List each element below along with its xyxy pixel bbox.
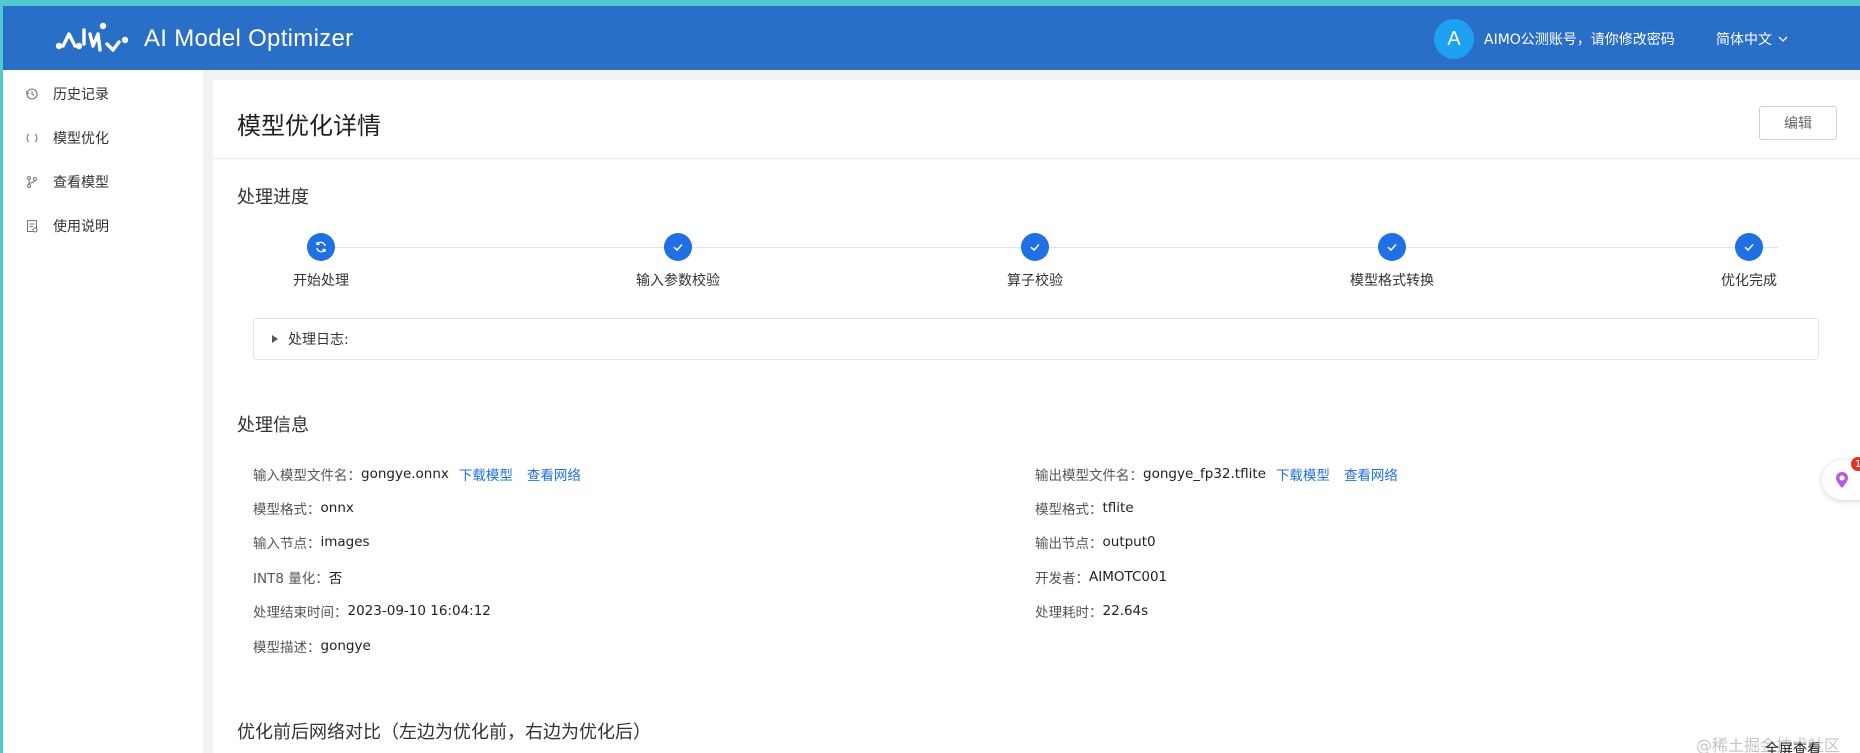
info-value: gongye	[320, 638, 371, 654]
step-start: 开始处理	[241, 233, 401, 290]
chevron-down-icon	[1778, 36, 1788, 42]
step-done: 优化完成	[1669, 233, 1829, 290]
detail-card: 模型优化详情 编辑 处理进度 开始处理 输入参数校验 算子校验 模型格式转换 优…	[213, 80, 1860, 753]
step-label: 模型格式转换	[1350, 273, 1434, 289]
fullscreen-button[interactable]: 全屏查看	[1765, 739, 1821, 753]
info-value: 2023-09-10 16:04:12	[347, 603, 491, 619]
info-label: 输出节点：	[1035, 536, 1103, 552]
avatar[interactable]: A	[1434, 19, 1474, 59]
sidebar-item-label: 使用说明	[53, 219, 109, 235]
compare-section-title: 优化前后网络对比（左边为优化前，右边为优化后）	[237, 722, 651, 743]
optimize-icon	[25, 131, 39, 145]
processing-log-toggle[interactable]: 处理日志:	[253, 318, 1819, 360]
info-value: AIMOTC001	[1089, 569, 1168, 585]
step-label: 输入参数校验	[636, 273, 720, 289]
info-label: 模型描述：	[253, 640, 321, 656]
developer-row: 开发者： AIMOTC001	[1035, 567, 1167, 587]
check-icon	[1021, 233, 1049, 261]
info-label: 处理结束时间：	[253, 605, 348, 621]
sidebar-item-history[interactable]: 历史记录	[3, 72, 203, 116]
notification-badge: 1	[1851, 457, 1860, 471]
info-value: gongye_fp32.tflite	[1143, 466, 1266, 482]
info-label: 处理耗时：	[1035, 605, 1103, 621]
output-filename-row: 输出模型文件名： gongye_fp32.tflite 下载模型 查看网络	[1035, 464, 1398, 484]
input-node-row: 输入节点： images	[253, 532, 370, 552]
info-label: 输入节点：	[253, 536, 321, 552]
info-value: output0	[1102, 534, 1156, 550]
step-input-check: 输入参数校验	[598, 233, 758, 290]
download-input-model-link[interactable]: 下载模型	[459, 464, 513, 484]
info-label: 模型格式：	[1035, 502, 1103, 518]
check-icon	[1378, 233, 1406, 261]
description-row: 模型描述： gongye	[253, 636, 371, 656]
step-convert: 模型格式转换	[1312, 233, 1472, 290]
step-label: 开始处理	[293, 273, 349, 289]
info-value: onnx	[320, 500, 354, 516]
info-value: 22.64s	[1102, 603, 1149, 619]
check-icon	[1735, 233, 1763, 261]
divider	[213, 158, 1860, 159]
info-label: 输出模型文件名：	[1035, 468, 1143, 484]
branch-icon	[25, 175, 39, 189]
step-label: 优化完成	[1721, 273, 1777, 289]
input-filename-row: 输入模型文件名： gongye.onnx 下载模型 查看网络	[253, 464, 581, 484]
refresh-icon	[307, 233, 335, 261]
top-header: AI Model Optimizer A AIMO公测账号，请你修改密码 简体中…	[3, 6, 1860, 70]
app-title: AI Model Optimizer	[144, 25, 354, 52]
sidebar-item-label: 模型优化	[53, 131, 109, 147]
sidebar-item-label: 查看模型	[53, 175, 109, 191]
duration-row: 处理耗时： 22.64s	[1035, 601, 1148, 621]
sidebar-item-label: 历史记录	[53, 87, 109, 103]
info-label: 输入模型文件名：	[253, 468, 361, 484]
caret-right-icon	[272, 335, 278, 343]
page-title: 模型优化详情	[237, 112, 381, 140]
info-label: 模型格式：	[253, 502, 321, 518]
progress-section-title: 处理进度	[237, 187, 309, 208]
info-value: images	[320, 534, 370, 550]
check-icon	[664, 233, 692, 261]
step-op-check: 算子校验	[955, 233, 1115, 290]
app-logo	[55, 22, 129, 52]
edit-button[interactable]: 编辑	[1759, 106, 1837, 140]
account-name[interactable]: AIMO公测账号，请你修改密码	[1484, 29, 1675, 49]
info-value: tflite	[1102, 500, 1134, 516]
pin-icon	[1836, 472, 1848, 488]
history-icon	[25, 87, 39, 101]
end-time-row: 处理结束时间： 2023-09-10 16:04:12	[253, 601, 491, 621]
info-label: 开发者：	[1035, 571, 1089, 587]
app-frame: AI Model Optimizer A AIMO公测账号，请你修改密码 简体中…	[3, 6, 1860, 753]
download-output-model-link[interactable]: 下载模型	[1276, 464, 1330, 484]
info-value: 否	[328, 571, 343, 587]
language-selector[interactable]: 简体中文	[1716, 29, 1788, 49]
output-format-row: 模型格式： tflite	[1035, 498, 1134, 518]
sidebar-item-optimize[interactable]: 模型优化	[3, 116, 203, 160]
log-label: 处理日志:	[288, 332, 349, 348]
step-label: 算子校验	[1007, 273, 1063, 289]
info-label: INT8 量化：	[253, 571, 329, 587]
language-label: 简体中文	[1716, 32, 1772, 48]
progress-steps: 开始处理 输入参数校验 算子校验 模型格式转换 优化完成	[213, 233, 1860, 303]
input-format-row: 模型格式： onnx	[253, 498, 354, 518]
view-output-network-link[interactable]: 查看网络	[1344, 464, 1398, 484]
info-section-title: 处理信息	[237, 415, 309, 436]
sidebar-item-docs[interactable]: 使用说明	[3, 204, 203, 248]
sidebar: 历史记录 模型优化 查看模型 使用说明	[3, 70, 203, 753]
sidebar-item-view-model[interactable]: 查看模型	[3, 160, 203, 204]
info-value: gongye.onnx	[361, 466, 449, 482]
document-icon	[25, 219, 39, 233]
output-node-row: 输出节点： output0	[1035, 532, 1156, 552]
int8-row: INT8 量化： 否	[253, 567, 342, 587]
view-input-network-link[interactable]: 查看网络	[527, 464, 581, 484]
